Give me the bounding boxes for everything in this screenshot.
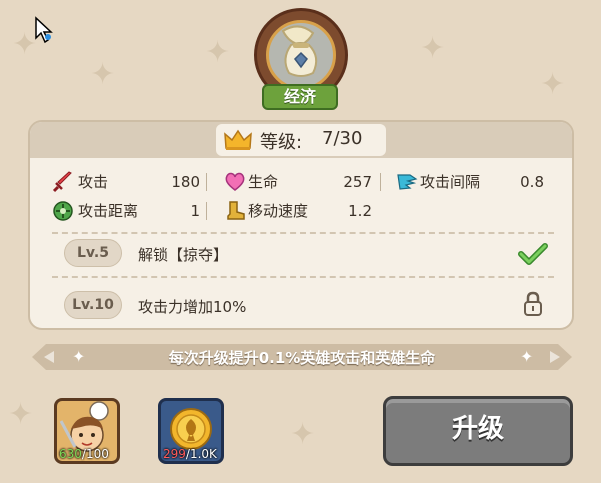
- background-sparkle: ✦: [540, 67, 566, 102]
- attack-label: 攻击: [78, 173, 109, 191]
- background-sparkle: ✦: [290, 417, 316, 452]
- move-speed-label: 移动速度: [248, 202, 309, 220]
- attack-interval-label: 攻击间隔: [420, 173, 481, 191]
- attack-range-label: 攻击距离: [78, 202, 139, 220]
- hp-value: 257: [343, 173, 372, 191]
- upgrade-button[interactable]: 升级: [383, 396, 573, 466]
- background-sparkle: ✦: [205, 35, 231, 70]
- divider: [52, 276, 554, 278]
- move-speed-value: 1.2: [348, 202, 372, 220]
- hp-label: 生命: [248, 173, 279, 191]
- hero-card-owned: 630: [59, 447, 82, 461]
- background-sparkle: ✦: [420, 31, 446, 66]
- unlock-description: 攻击力增加10%: [138, 298, 247, 316]
- stat-divider: [206, 173, 207, 191]
- unlock-description: 解锁【掠夺】: [138, 246, 229, 264]
- stat-divider: [206, 202, 207, 220]
- heart-icon: [225, 172, 245, 191]
- emblem-inner: [266, 20, 336, 90]
- emblem-ribbon: 经济: [262, 84, 338, 110]
- unlock-level-badge: Lv.10: [64, 291, 122, 319]
- checkmark-icon: [518, 243, 548, 265]
- wing-boot-icon: [397, 174, 418, 190]
- attack-interval-value: 0.8: [520, 173, 544, 191]
- gold-required: /1.0K: [185, 447, 217, 461]
- stats-panel: 等级: 7/30 攻击 180 生命 257 攻击间隔 0.8 攻击距离 1 移…: [28, 120, 574, 330]
- stat-divider: [380, 173, 381, 191]
- lock-icon: [524, 291, 542, 316]
- hero-card-required: /100: [81, 447, 109, 461]
- loot-sack-icon: [281, 25, 318, 77]
- attack-range-value: 1: [190, 202, 200, 220]
- level-label: 等级:: [260, 132, 303, 153]
- banner-text: 每次升级提升0.1%英雄攻击和英雄生命: [168, 349, 436, 367]
- background-sparkle: ✦: [90, 57, 116, 92]
- attack-value: 180: [171, 173, 200, 191]
- sword-icon: [52, 171, 72, 193]
- level-value: 7/30: [322, 128, 363, 149]
- unlock-level-badge: Lv.5: [64, 239, 122, 267]
- boot-icon: [227, 201, 245, 220]
- gold-count: 299/1.0K: [163, 447, 217, 461]
- mouse-cursor-icon: [35, 16, 53, 44]
- gold-owned: 299: [163, 447, 186, 461]
- hero-card-count: 630/100: [59, 447, 109, 461]
- crown-icon: [224, 129, 252, 150]
- divider: [52, 232, 554, 234]
- hero-card-item[interactable]: 630/100: [54, 398, 120, 464]
- gold-item[interactable]: 299/1.0K: [158, 398, 224, 464]
- target-icon: [53, 201, 73, 221]
- background-sparkle: ✦: [8, 397, 34, 432]
